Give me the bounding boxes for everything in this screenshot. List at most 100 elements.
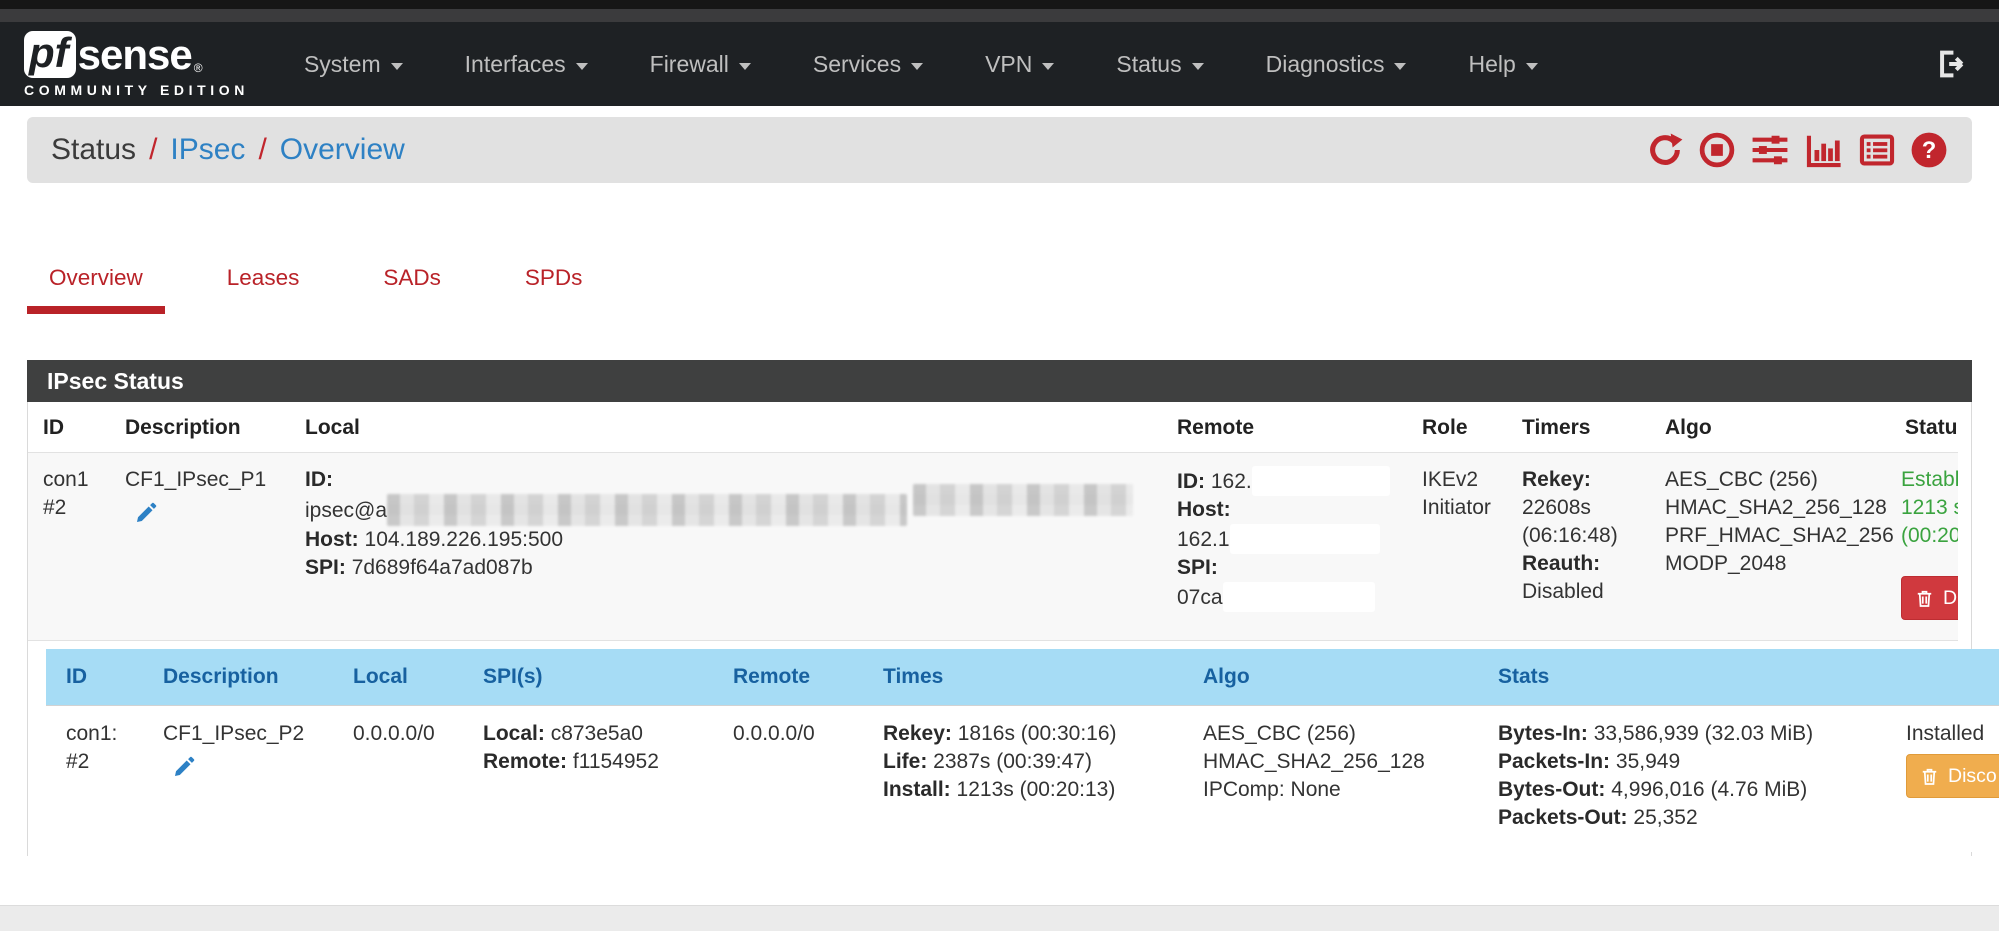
- chevron-down-icon: [576, 63, 588, 70]
- algo-ipcomp: IPComp: None: [1203, 776, 1474, 804]
- algo-dh-group: MODP_2048: [1665, 550, 1881, 578]
- breadcrumb-link-ipsec[interactable]: IPsec: [170, 133, 245, 167]
- menu-item-diagnostics[interactable]: Diagnostics: [1235, 41, 1438, 88]
- col-header-spis: SPI(s): [471, 649, 721, 706]
- redacted-blur: [913, 484, 1133, 516]
- local-spi-value: 7d689f64a7ad087b: [352, 556, 533, 579]
- bar-chart-icon: [1804, 131, 1844, 169]
- algo-integrity: HMAC_SHA2_256_128: [1665, 494, 1881, 522]
- col-header-description: Description: [113, 402, 293, 453]
- menu-item-services[interactable]: Services: [782, 41, 954, 88]
- ike-header-row: ID Description Local Remote Role Timers …: [28, 402, 1958, 453]
- question-circle-icon: ?: [1910, 131, 1948, 169]
- local-host-line: Host: 104.189.226.195:500: [305, 526, 1153, 554]
- chevron-down-icon: [391, 63, 403, 70]
- disconnect-button[interactable]: Dis: [1901, 576, 1958, 620]
- filter-settings-button[interactable]: [1750, 131, 1790, 169]
- remote-host-line: 162.1: [1177, 524, 1398, 554]
- bytes-out-value: 4,996,016 (4.76 MiB): [1611, 778, 1807, 801]
- cell-sa-status: Installed Disco: [1906, 706, 1999, 853]
- edit-pencil-icon[interactable]: [135, 500, 159, 524]
- menu-item-label: Help: [1468, 51, 1515, 78]
- packets-in-line: Packets-In: 35,949: [1498, 748, 1894, 776]
- breadcrumb-section: Status: [51, 133, 136, 167]
- status-established: Establ: [1901, 466, 1958, 494]
- redacted-whitebox: [1230, 524, 1380, 554]
- log-view-button[interactable]: [1858, 131, 1896, 169]
- stop-button[interactable]: [1698, 131, 1736, 169]
- cell-description: CF1_IPsec_P2: [151, 706, 341, 853]
- cell-id: con1: #2: [46, 706, 151, 853]
- col-header-role: Role: [1410, 402, 1510, 453]
- stop-circle-icon: [1698, 131, 1736, 169]
- graph-button[interactable]: [1804, 131, 1844, 169]
- col-header-description: Description: [151, 649, 341, 706]
- sign-out-icon: [1935, 47, 1969, 81]
- menu-item-firewall[interactable]: Firewall: [619, 41, 782, 88]
- spi-local-line: Local: c873e5a0: [483, 720, 709, 748]
- cell-timers: Rekey: 22608s (06:16:48) Reauth: Disable…: [1510, 453, 1653, 641]
- menu-item-help[interactable]: Help: [1437, 41, 1568, 88]
- menu-item-system[interactable]: System: [273, 41, 434, 88]
- page-action-icons: ?: [1646, 131, 1948, 169]
- col-header-algo: Algo: [1653, 402, 1893, 453]
- packets-out-value: 25,352: [1633, 806, 1697, 829]
- sign-out-button[interactable]: [1935, 47, 1969, 81]
- breadcrumb-link-overview[interactable]: Overview: [280, 133, 405, 167]
- local-host-value: 104.189.226.195:500: [365, 528, 564, 551]
- spi-remote-line: Remote: f1154952: [483, 748, 709, 776]
- registered-mark: ®: [194, 61, 203, 75]
- tab-leases[interactable]: Leases: [205, 265, 322, 314]
- redacted-blur: [387, 494, 907, 526]
- chevron-down-icon: [1042, 63, 1054, 70]
- tab-spds[interactable]: SPDs: [503, 265, 605, 314]
- remote-spi-prefix: 07ca: [1177, 586, 1223, 609]
- menu-item-label: Firewall: [650, 51, 729, 78]
- cell-algo: AES_CBC (256) HMAC_SHA2_256_128 IPComp: …: [1191, 706, 1486, 853]
- menu-item-vpn[interactable]: VPN: [954, 41, 1085, 88]
- col-header-status: Status: [1893, 402, 1958, 453]
- menu-item-interfaces[interactable]: Interfaces: [434, 41, 619, 88]
- role-value: Initiator: [1422, 494, 1498, 522]
- remote-id-prefix: 162.: [1211, 470, 1252, 493]
- menu-item-label: Diagnostics: [1266, 51, 1385, 78]
- tab-overview[interactable]: Overview: [27, 265, 165, 314]
- child-sa-header-row: ID Description Local SPI(s) Remote Times…: [46, 649, 1999, 706]
- bytes-in-line: Bytes-In: 33,586,939 (32.03 MiB): [1498, 720, 1894, 748]
- help-button[interactable]: ?: [1910, 131, 1948, 169]
- cell-id: con1 #2: [28, 453, 113, 641]
- pfsense-logo[interactable]: pf sense ® COMMUNITY EDITION: [24, 31, 249, 98]
- col-header-remote: Remote: [1165, 402, 1410, 453]
- pfsense-logo-row: pf sense ®: [24, 31, 249, 79]
- tab-sads[interactable]: SADs: [361, 265, 463, 314]
- remote-host-prefix: 162.1: [1177, 528, 1230, 551]
- life-label: Life:: [883, 750, 927, 773]
- edit-pencil-icon[interactable]: [173, 754, 197, 778]
- local-id-value: ipsec@a: [305, 494, 1153, 526]
- algo-prf: PRF_HMAC_SHA2_256: [1665, 522, 1881, 550]
- chevron-down-icon: [911, 63, 923, 70]
- disconnect-child-button[interactable]: Disco: [1906, 754, 1999, 798]
- ike-table-row: con1 #2 CF1_IPsec_P1 ID: ipsec@a: [28, 453, 1958, 641]
- col-header-stats: Stats: [1486, 649, 1906, 706]
- child-sa-row: con1: #2 CF1_IPsec_P2 0.0.0.0/0: [46, 706, 1999, 853]
- refresh-button[interactable]: [1646, 131, 1684, 169]
- ipsec-subtabs: Overview Leases SADs SPDs: [27, 265, 1972, 314]
- col-header-id: ID: [46, 649, 151, 706]
- connection-id: con1:: [66, 720, 139, 748]
- menu-item-label: Interfaces: [465, 51, 566, 78]
- cell-algo: AES_CBC (256) HMAC_SHA2_256_128 PRF_HMAC…: [1653, 453, 1893, 641]
- packets-out-line: Packets-Out: 25,352: [1498, 804, 1894, 832]
- col-header-times: Times: [871, 649, 1191, 706]
- disconnect-button-label: Dis: [1943, 584, 1958, 612]
- cell-status: Establ 1213 s (00:20 Dis: [1893, 453, 1958, 641]
- window-title-strip: [0, 9, 1999, 22]
- life-value: 2387s (00:39:47): [933, 750, 1092, 773]
- chevron-down-icon: [1394, 63, 1406, 70]
- life-line: Life: 2387s (00:39:47): [883, 748, 1179, 776]
- description-text: CF1_IPsec_P1: [125, 466, 281, 494]
- menu-item-status[interactable]: Status: [1085, 41, 1234, 88]
- panel-title: IPsec Status: [27, 360, 1972, 402]
- menu-item-label: Status: [1116, 51, 1181, 78]
- ike-version: IKEv2: [1422, 466, 1498, 494]
